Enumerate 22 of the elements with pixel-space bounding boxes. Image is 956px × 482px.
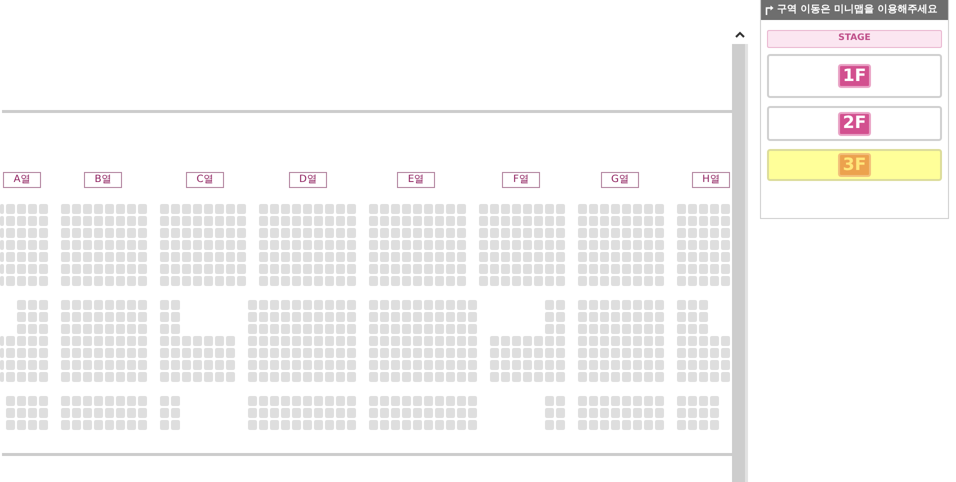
minimap-notice: 구역 이동은 미니맵을 이용해주세요	[777, 5, 938, 15]
section-label: B열	[84, 172, 122, 188]
floor-badge: 2F	[838, 112, 872, 136]
seat-block-drawing	[160, 396, 180, 430]
floor-badge: 3F	[838, 153, 872, 177]
chevron-up-icon	[735, 30, 745, 38]
seat-block-drawing	[677, 396, 719, 430]
section-label: H열	[692, 172, 730, 188]
floor-badge: 1F	[838, 64, 872, 88]
seat-block-drawing	[545, 396, 565, 430]
floor-button[interactable]: 1F	[767, 54, 942, 98]
section-label: F열	[502, 172, 540, 188]
floor-button[interactable]: 2F	[767, 106, 942, 141]
section-label: E열	[397, 172, 435, 188]
section-label: G열	[601, 172, 639, 188]
section-label: C열	[186, 172, 224, 188]
turn-arrow-icon	[765, 5, 774, 15]
section-label: A열	[3, 172, 41, 188]
seat-block-drawing	[6, 396, 48, 430]
stage-bar: STAGE	[767, 30, 942, 48]
scrollbar-thumb[interactable]	[732, 44, 748, 482]
section-label: D열	[289, 172, 327, 188]
